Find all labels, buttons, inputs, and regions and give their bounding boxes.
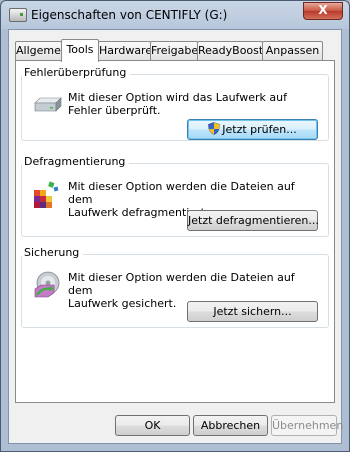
tab-freigabe[interactable]: Freigabe	[150, 41, 198, 60]
error-check-title: Fehlerüberprüfung	[22, 66, 131, 79]
tab-tools[interactable]: Tools	[61, 39, 99, 62]
tab-allgemein[interactable]: Allgemein	[15, 41, 71, 60]
cancel-button[interactable]: Abbrechen	[193, 415, 268, 436]
properties-window: Eigenschaften von CENTIFLY (G:) X Allgem…	[0, 0, 350, 452]
tab-anpassen[interactable]: Anpassen	[262, 41, 323, 60]
window-title: Eigenschaften von CENTIFLY (G:)	[31, 8, 228, 22]
defrag-group: Defragmentierung Mit dieser Option werde…	[21, 155, 329, 237]
drive-title-icon	[9, 8, 27, 22]
backup-now-button[interactable]: Jetzt sichern...	[187, 301, 318, 322]
defragment-now-button[interactable]: Jetzt defragmentieren...	[187, 210, 319, 231]
close-button[interactable]: X	[303, 2, 343, 20]
dialog-client-area: Allgemein Tools Hardware Freigabe ReadyB…	[8, 29, 343, 444]
error-check-group: Fehlerüberprüfung Mit dieser Option wird…	[21, 66, 329, 141]
check-now-button[interactable]: Jetzt prüfen...	[187, 119, 318, 140]
backup-title: Sicherung	[22, 246, 84, 259]
check-now-label: Jetzt prüfen...	[222, 123, 297, 136]
tab-readyboost[interactable]: ReadyBoost	[197, 41, 263, 60]
tools-tab-panel: Fehlerüberprüfung Mit dieser Option wird…	[15, 60, 335, 403]
backup-group: Sicherung Mit dieser Option werden die D…	[21, 246, 329, 328]
defrag-icon	[34, 181, 59, 208]
uac-shield-icon	[208, 122, 221, 135]
title-bar[interactable]: Eigenschaften von CENTIFLY (G:) X	[1, 1, 349, 29]
defrag-line-1: Mit dieser Option werden die Dateien auf…	[68, 180, 295, 206]
backup-line-1: Mit dieser Option werden die Dateien auf…	[68, 271, 295, 297]
apply-button[interactable]: Übernehmen	[271, 415, 343, 436]
defrag-title: Defragmentierung	[22, 155, 130, 168]
error-check-line-1: Mit dieser Option wird das Laufwerk auf	[68, 91, 287, 104]
tab-hardware[interactable]: Hardware	[98, 41, 152, 60]
ok-button[interactable]: OK	[115, 415, 190, 436]
error-check-line-2: Fehler überprüft.	[68, 104, 161, 117]
backup-icon	[34, 271, 60, 298]
error-check-description: Mit dieser Option wird das Laufwerk auf …	[68, 91, 318, 117]
drive-icon	[34, 97, 62, 112]
